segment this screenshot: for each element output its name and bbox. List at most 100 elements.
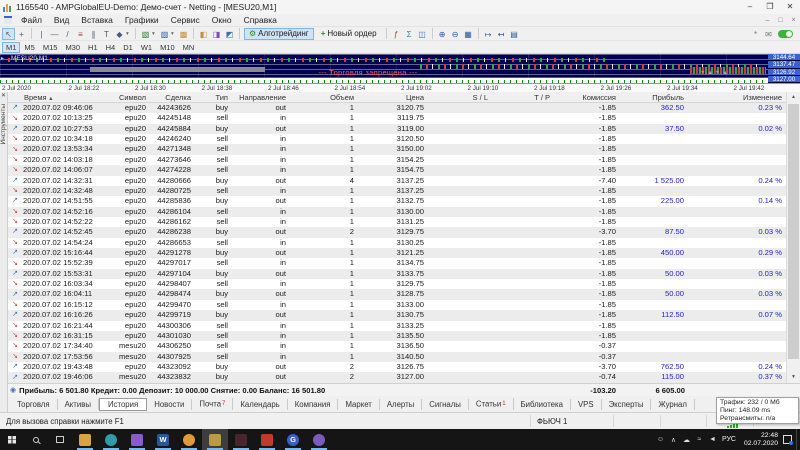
toolbox-panel-strip[interactable]: ✕ Инструменты (0, 92, 8, 412)
table-row[interactable]: 2020.07.02 16:15:12 epu20 44299470 sell in 1 3… (8, 300, 786, 310)
tab-журнал[interactable]: Журнал (651, 398, 695, 410)
menu-item-6[interactable]: Справка (238, 15, 283, 25)
table-row[interactable]: 2020.07.02 16:04:11 epu20 44298474 buy out 1 3… (8, 289, 786, 300)
tab-библиотека[interactable]: Библиотека (514, 398, 571, 410)
table-row[interactable]: 2020.07.02 19:43:48 epu20 44323092 buy out 2 3… (8, 362, 786, 372)
pin-icon[interactable]: * (749, 28, 762, 40)
restore-button[interactable]: ❐ (760, 0, 780, 14)
column-header-10[interactable]: Прибыль (620, 93, 688, 102)
table-row[interactable]: 2020.07.02 14:52:45 epu20 44286238 buy out 2 3… (8, 227, 786, 238)
hidden-icons-chevron[interactable]: ∧ (667, 436, 680, 444)
column-header-4[interactable]: Направление (232, 93, 290, 102)
table-row[interactable]: 2020.07.02 14:32:48 epu20 44280725 sell in 1 3… (8, 185, 786, 197)
shapes-icon[interactable]: ◆ (113, 28, 126, 40)
tab-новости[interactable]: Новости (147, 398, 193, 410)
timeframe-h1[interactable]: H1 (84, 42, 102, 53)
language-indicator[interactable]: РУС (722, 436, 736, 443)
connection-toggle[interactable] (778, 29, 793, 38)
one-click-trading-icon[interactable]: ▸ (1, 55, 4, 62)
child-minimize-button[interactable]: – (761, 17, 774, 24)
onedrive-cloud-icon[interactable]: ☁ (680, 436, 693, 444)
timeframe-w1[interactable]: W1 (137, 42, 156, 53)
volume-icon[interactable]: ◄ (706, 436, 719, 444)
minimize-button[interactable]: – (740, 0, 760, 14)
tab-активы[interactable]: Активы (58, 398, 99, 410)
timeframe-m30[interactable]: M30 (61, 42, 84, 53)
chart-time-axis[interactable]: 2 Jul 2020 2 Jul 18:22 2 Jul 18:30 2 Jul 18… (0, 83, 800, 92)
edge-icon[interactable] (98, 429, 124, 450)
table-row[interactable]: 2020.07.02 16:21:44 epu20 44300306 sell in 1 3… (8, 321, 786, 331)
new-order-button[interactable]: + Новый ордер (316, 28, 382, 40)
column-header-7[interactable]: S / L (428, 93, 492, 102)
table-row[interactable]: 2020.07.02 17:53:56 mesu20 44307925 sell in 1… (8, 351, 786, 362)
timeframe-d1[interactable]: D1 (119, 42, 137, 53)
table-row[interactable]: 2020.07.02 17:34:40 mesu20 44306250 sell in 1… (8, 341, 786, 351)
tab-почта[interactable]: Почта7 (192, 398, 234, 410)
tab-торговля[interactable]: Торговля (10, 398, 58, 410)
task-view-button[interactable] (48, 429, 72, 450)
table-row[interactable]: 2020.07.02 13:53:34 epu20 44271348 sell in 1 3… (8, 144, 786, 155)
vertical-line-icon[interactable]: | (35, 28, 48, 40)
scrollbar-thumb[interactable] (788, 104, 799, 359)
timeframe-m1[interactable]: M1 (2, 41, 21, 53)
indicators-icon[interactable]: ƒ (390, 28, 403, 40)
timeframe-h4[interactable]: H4 (102, 42, 120, 53)
tab-история[interactable]: История (98, 397, 148, 411)
table-row[interactable]: 2020.07.02 16:03:34 epu20 44298407 sell in 1 3… (8, 279, 786, 289)
fibonacci-icon[interactable]: ≡ (74, 28, 87, 40)
tab-эксперты[interactable]: Эксперты (602, 398, 652, 410)
network-icon[interactable]: ≈ (693, 436, 706, 444)
dark-app-icon[interactable] (228, 429, 254, 450)
tab-компания[interactable]: Компания (288, 398, 339, 410)
shapes-icon-dropdown[interactable]: ▾ (126, 31, 132, 37)
close-button[interactable]: ✕ (780, 0, 800, 14)
trendline-icon[interactable]: / (61, 28, 74, 40)
table-row[interactable]: 2020.07.02 09:46:06 epu20 44243626 buy out 1 3… (8, 103, 786, 114)
table-row[interactable]: 2020.07.02 14:51:55 epu20 44285836 buy out 1 3… (8, 196, 786, 206)
menu-item-2[interactable]: Вставка (75, 15, 119, 25)
viber-icon[interactable] (306, 429, 332, 450)
menu-item-1[interactable]: Вид (48, 15, 75, 25)
chart-objects-icon[interactable]: ◫ (416, 28, 429, 40)
scroll-down-icon[interactable] (787, 372, 800, 383)
history-table-header[interactable]: Время ▲ Символ Сделка Тип Направление Объем Це… (8, 92, 786, 103)
word-icon[interactable]: W (150, 429, 176, 450)
table-row[interactable]: 2020.07.02 14:52:16 epu20 44286104 sell in 1 3… (8, 206, 786, 217)
table-row[interactable]: 2020.07.02 16:16:26 epu20 44299719 buy out 1 3… (8, 310, 786, 321)
table-row[interactable]: 2020.07.02 10:34:18 epu20 44246240 sell in 1 3… (8, 134, 786, 144)
menu-item-3[interactable]: Графики (119, 15, 165, 25)
crosshair-icon[interactable]: + (15, 28, 28, 40)
tab-статьи[interactable]: Статьи1 (469, 398, 514, 410)
orange-app-icon[interactable] (176, 429, 202, 450)
show-desktop-button[interactable] (796, 429, 800, 450)
timeframe-m5[interactable]: M5 (20, 42, 38, 53)
timeframe-m10[interactable]: M10 (156, 42, 179, 53)
table-row[interactable]: 2020.07.02 15:16:44 epu20 44291278 buy out 1 3… (8, 248, 786, 259)
market-watch-icon[interactable]: ◧ (197, 28, 210, 40)
new-chart-icon[interactable]: ▧ (139, 28, 152, 40)
tab-календарь[interactable]: Календарь (233, 398, 288, 410)
taskbar-clock[interactable]: 22:48 02.07.2020 (744, 432, 778, 447)
zoom-out-icon[interactable]: ⊖ (449, 28, 462, 40)
pen-app-icon[interactable] (124, 429, 150, 450)
column-header-9[interactable]: Комиссия (554, 93, 620, 102)
vertical-scrollbar[interactable] (786, 92, 800, 383)
table-row[interactable]: 2020.07.02 10:27:53 epu20 44245884 buy out 1 3… (8, 123, 786, 135)
menu-item-4[interactable]: Сервис (165, 15, 206, 25)
table-row[interactable]: 2020.07.02 14:52:22 epu20 44286162 sell in 1 3… (8, 217, 786, 227)
indicator-list-icon[interactable]: Σ (403, 28, 416, 40)
algo-trading-button[interactable]: ⚙ Алготрейдинг (244, 27, 314, 40)
table-row[interactable]: 2020.07.02 16:31:15 epu20 44301030 sell in 1 3… (8, 330, 786, 342)
column-header-6[interactable]: Цена (358, 93, 428, 102)
chart-window-icon[interactable] (4, 16, 12, 24)
table-row[interactable]: 2020.07.02 14:54:24 epu20 44286653 sell in 1 3… (8, 238, 786, 248)
tab-маркет[interactable]: Маркет (338, 398, 380, 410)
table-row[interactable]: 2020.07.02 19:46:06 mesu20 44323832 buy out 2… (8, 372, 786, 383)
table-row[interactable]: 2020.07.02 15:52:39 epu20 44297017 sell in 1 3… (8, 258, 786, 268)
menu-item-5[interactable]: Окно (206, 15, 238, 25)
chart-main-pane[interactable]: ▸ MESU20,M1 --- Торговля запрещена --- (0, 54, 768, 77)
child-restore-button[interactable]: □ (774, 17, 787, 24)
chart-shift-icon[interactable]: ↤ (495, 28, 508, 40)
metatrader-icon[interactable] (202, 429, 228, 450)
chart-properties-icon[interactable]: ▤ (508, 28, 521, 40)
